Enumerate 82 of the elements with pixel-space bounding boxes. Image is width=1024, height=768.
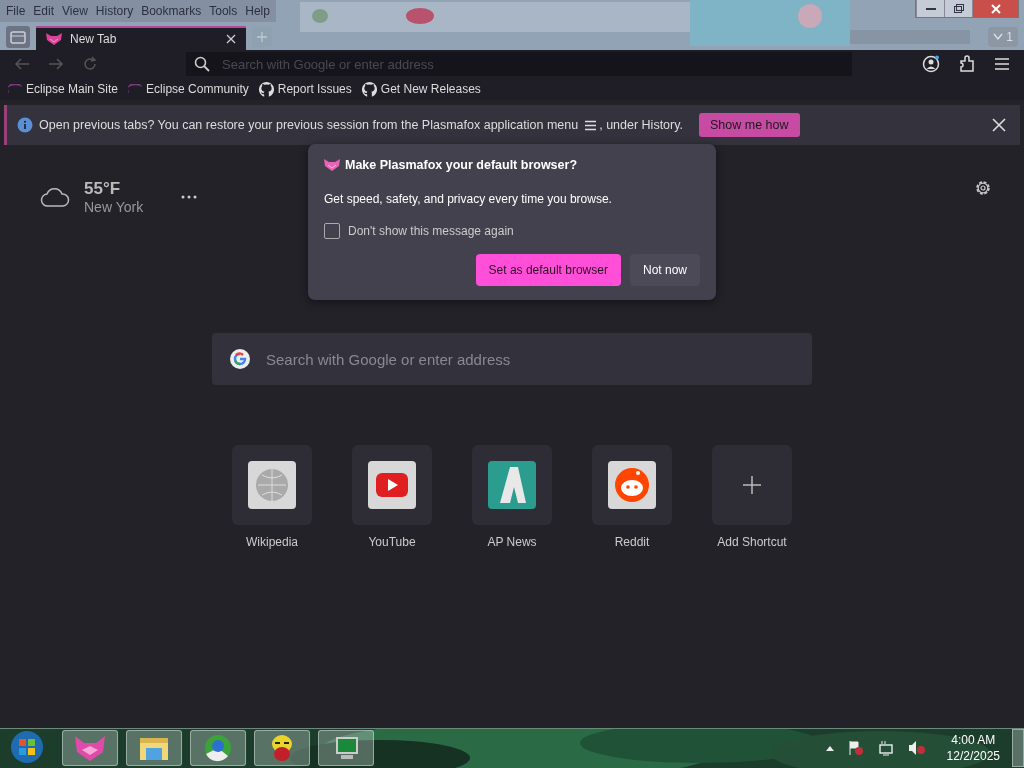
bookmark-item[interactable]: Report Issues bbox=[258, 81, 352, 97]
info-icon bbox=[17, 117, 33, 133]
show-me-how-button[interactable]: Show me how bbox=[699, 113, 800, 137]
shortcut-tile[interactable] bbox=[352, 445, 432, 525]
globe-app-button[interactable] bbox=[190, 730, 246, 766]
menu-item[interactable]: View bbox=[62, 4, 88, 18]
shortcut-tile[interactable] bbox=[472, 445, 552, 525]
shortcut-label: Add Shortcut bbox=[717, 535, 787, 549]
shortcut-label: Wikipedia bbox=[246, 535, 298, 549]
extensions-icon[interactable] bbox=[958, 55, 976, 73]
dialog-message: Get speed, safety, and privacy every time you browse. bbox=[324, 192, 612, 206]
notification-message: Open previous tabs? You can restore your previous session from the Plasmafox application menu bbox=[39, 118, 579, 132]
flag-error-icon[interactable] bbox=[847, 740, 864, 756]
shortcut-label: Reddit bbox=[614, 535, 650, 549]
fox-logo-icon bbox=[324, 159, 340, 171]
menu-item[interactable]: Help bbox=[245, 4, 270, 18]
fox-logo-icon bbox=[73, 734, 107, 762]
windows-logo-icon bbox=[10, 729, 44, 764]
menu-item[interactable]: Edit bbox=[33, 4, 55, 18]
folder-app-button[interactable] bbox=[126, 730, 182, 766]
globe-icon bbox=[248, 461, 296, 509]
location: New York bbox=[84, 199, 144, 215]
plus-icon bbox=[743, 476, 761, 494]
account-icon[interactable] bbox=[922, 55, 940, 73]
cat-silhouette-icon bbox=[258, 81, 274, 97]
minimize-icon bbox=[925, 7, 936, 10]
play-icon bbox=[368, 461, 416, 509]
checkbox-label: Don't show this message again bbox=[348, 224, 514, 238]
restore-icon bbox=[952, 3, 965, 14]
settings-icon[interactable] bbox=[974, 179, 992, 197]
shortcut-tile[interactable] bbox=[712, 445, 792, 525]
dialog-title: Make Plasmafox your default browser? bbox=[345, 158, 577, 172]
cloud-icon bbox=[40, 186, 70, 208]
close-icon[interactable] bbox=[992, 118, 1006, 132]
browser-tab[interactable]: New Tab bbox=[36, 26, 246, 50]
alien-icon bbox=[608, 461, 656, 509]
shortcut-tile[interactable] bbox=[592, 445, 672, 525]
tab-list-button[interactable] bbox=[6, 26, 30, 48]
search-field[interactable]: Search with Google or enter address bbox=[212, 333, 812, 385]
more-icon[interactable] bbox=[181, 195, 198, 199]
clock[interactable]: 4:00 AM 12/2/2025 bbox=[946, 732, 1000, 764]
menu-icon[interactable] bbox=[994, 57, 1010, 71]
caret-icon bbox=[993, 33, 1004, 41]
bookmark-item[interactable]: Get New Releases bbox=[361, 81, 481, 97]
close-icon[interactable] bbox=[226, 34, 236, 44]
checkbox[interactable] bbox=[324, 223, 340, 239]
a-shape-icon bbox=[488, 461, 536, 509]
close-button[interactable] bbox=[972, 0, 1018, 17]
search-icon bbox=[194, 56, 210, 72]
tab-count-button[interactable]: 1 bbox=[988, 27, 1018, 47]
search-input[interactable]: Search with Google or enter address bbox=[264, 349, 796, 369]
plus-icon bbox=[257, 32, 267, 42]
monitor-app-button[interactable] bbox=[318, 730, 374, 766]
shortcut-label: YouTube bbox=[368, 535, 416, 549]
cat-silhouette-icon bbox=[361, 81, 377, 97]
temperature: 55°F bbox=[84, 179, 122, 199]
restore-button[interactable] bbox=[944, 0, 972, 17]
window-icon bbox=[10, 30, 26, 44]
menu-item[interactable]: Bookmarks bbox=[141, 4, 202, 18]
crescent-icon bbox=[128, 84, 143, 94]
close-icon bbox=[989, 3, 1002, 14]
mute-speaker-icon[interactable] bbox=[907, 740, 926, 756]
menu-item[interactable]: File bbox=[6, 4, 26, 18]
creature-app-button[interactable] bbox=[254, 730, 310, 766]
network-icon[interactable] bbox=[877, 740, 894, 756]
bookmark-item[interactable]: Eclipse Main Site bbox=[8, 82, 119, 96]
menu-item[interactable]: History bbox=[95, 4, 134, 18]
not-now-button[interactable]: Not now bbox=[629, 254, 700, 286]
shortcut-label: AP News bbox=[487, 535, 537, 549]
menu-icon bbox=[584, 119, 598, 131]
shortcut-tile[interactable] bbox=[232, 445, 312, 525]
crescent-icon bbox=[8, 84, 22, 94]
tab-title: New Tab bbox=[70, 32, 118, 46]
set-default-button[interactable]: Set as default browser bbox=[475, 254, 621, 286]
fox-logo-icon bbox=[46, 33, 62, 45]
google-logo-icon bbox=[228, 347, 252, 371]
fox-app-button[interactable] bbox=[62, 730, 118, 766]
menu-item[interactable]: Tools bbox=[209, 4, 238, 18]
bookmark-item[interactable]: Eclipse Community bbox=[128, 82, 249, 96]
minimize-button[interactable] bbox=[916, 0, 944, 17]
up-arrow-icon[interactable] bbox=[825, 745, 834, 751]
notification-message: , under History. bbox=[599, 118, 684, 132]
